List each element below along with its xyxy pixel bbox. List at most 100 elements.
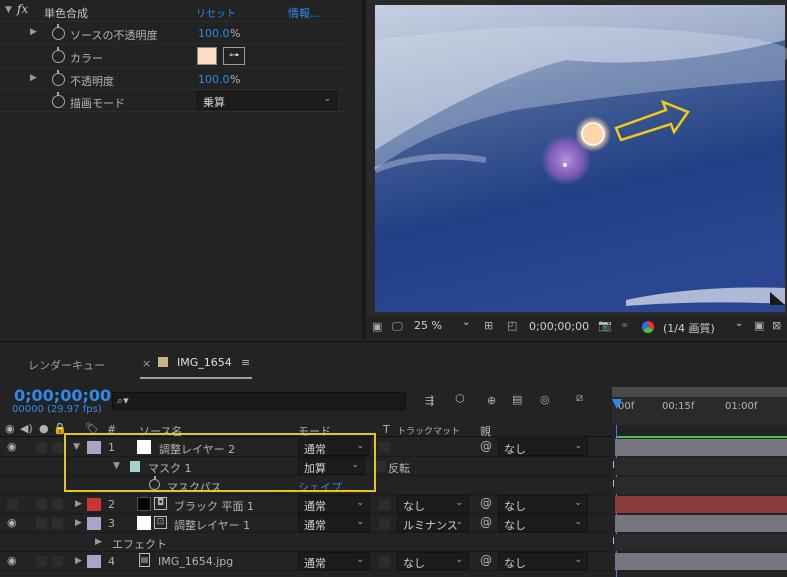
mode-dropdown[interactable]: 通常 ⌄	[298, 514, 370, 532]
effects-row[interactable]: ▶ エフェクト	[0, 533, 612, 552]
fast-preview-icon[interactable]: ▣	[754, 319, 764, 332]
layer-thumbnail	[137, 497, 151, 511]
comp-mini-flowchart-icon[interactable]: ⇶	[425, 394, 434, 407]
col-track-matte: トラックマット	[397, 427, 461, 437]
frame-blending-icon[interactable]: ▤	[512, 393, 522, 406]
layer-bar-2[interactable]	[615, 496, 787, 513]
toggle-pixel-icon[interactable]: ⊠	[772, 319, 781, 332]
preserve-transparency-box[interactable]	[379, 442, 390, 453]
viewer-timecode[interactable]: 0;00;00;00	[529, 320, 589, 333]
reset-link[interactable]: リセット	[196, 5, 236, 20]
track-matte-dropdown[interactable]: なし ⌄	[397, 552, 469, 570]
camera-icon[interactable]: 📷	[598, 319, 612, 332]
zoom-dropdown[interactable]: 25 % ⌄	[414, 317, 474, 336]
lock-box[interactable]	[52, 518, 63, 529]
draft-3d-icon[interactable]: ⬡	[455, 392, 465, 405]
sky-image[interactable]	[366, 0, 787, 316]
stopwatch-icon[interactable]	[52, 24, 65, 40]
layer-name[interactable]: 調整レイヤー 1	[174, 517, 250, 533]
layer-row-2[interactable]: ▶ 2 ◘ ブラック 平面 1 通常 ⌄ なし ⌄ @ なし ⌄	[0, 495, 612, 514]
tab-close-button[interactable]: ×	[142, 357, 151, 370]
color-swatch[interactable]	[197, 47, 217, 65]
fx-badge[interactable]: fx	[17, 2, 28, 16]
mode-dropdown[interactable]: 通常 ⌄	[298, 495, 370, 513]
lock-box[interactable]	[52, 499, 63, 510]
shy-layers-icon[interactable]: ⊕	[487, 394, 496, 407]
layer-name[interactable]: IMG_1654.jpg	[158, 555, 233, 568]
eye-icon[interactable]: ◉	[5, 422, 15, 435]
mode-dropdown[interactable]: 通常 ⌄	[298, 552, 370, 570]
expand-triangle-icon[interactable]: ▶	[95, 537, 102, 547]
track-matte-dropdown[interactable]: なし ⌄	[397, 495, 469, 513]
parent-dropdown[interactable]: なし ⌄	[498, 552, 588, 570]
solo-icon[interactable]: ●	[39, 422, 49, 435]
composition-viewer[interactable]	[366, 0, 787, 316]
eye-icon[interactable]: ◉	[7, 554, 17, 567]
layer-row-4[interactable]: ◉ ▶ 4 ▤ IMG_1654.jpg 通常 ⌄ なし ⌄ @ なし ⌄	[0, 552, 612, 571]
stopwatch-icon[interactable]	[52, 92, 65, 108]
blend-mode-dropdown[interactable]: 乗算 ⌄	[197, 91, 337, 110]
layer-name[interactable]: ブラック 平面 1	[174, 498, 254, 514]
layer-bar-4[interactable]	[615, 553, 787, 570]
time-ruler[interactable]: 00f 00:15f 01:00f	[612, 387, 787, 425]
preserve-transparency-box[interactable]	[379, 518, 390, 529]
monitor-icon[interactable]: 🖵	[392, 320, 403, 334]
layer-row-3[interactable]: ◉ ▶ 3 ⊡ 調整レイヤー 1 通常 ⌄ ルミナンス ⌄ @ なし ⌄	[0, 514, 612, 533]
label-color[interactable]	[87, 555, 101, 568]
expand-triangle-icon[interactable]: ▶	[75, 518, 82, 528]
tab-render-queue[interactable]: レンダーキュー	[28, 357, 105, 373]
audio-icon[interactable]: ◀)	[20, 422, 33, 435]
solo-box[interactable]	[36, 518, 47, 529]
pickwhip-icon[interactable]: @	[480, 496, 492, 510]
work-area-bar[interactable]	[612, 387, 787, 397]
lock-box[interactable]	[52, 442, 63, 453]
info-link[interactable]: 情報...	[288, 5, 321, 21]
layer-search-input[interactable]: ⌕▾	[112, 392, 406, 410]
visibility-box[interactable]	[7, 499, 18, 510]
panel-menu-icon[interactable]: ≡	[241, 356, 250, 369]
label-color[interactable]	[87, 517, 101, 530]
opacity-value[interactable]: 100.0	[198, 73, 230, 86]
eye-icon[interactable]: ◉	[7, 440, 17, 453]
track-matte-dropdown[interactable]: ルミナンス ⌄	[397, 514, 469, 532]
stopwatch-icon[interactable]	[52, 47, 65, 63]
eyedropper-icon[interactable]: ⊶	[223, 47, 245, 65]
preserve-transparency-box[interactable]	[379, 499, 390, 510]
source-opacity-value[interactable]: 100.0	[198, 27, 230, 40]
expand-triangle-icon[interactable]: ▶	[75, 556, 82, 566]
show-snapshot-icon[interactable]: ⚭	[620, 319, 629, 332]
expand-triangle-icon[interactable]: ▶	[30, 27, 37, 37]
invert-checkbox[interactable]	[375, 461, 386, 472]
playhead-icon[interactable]	[612, 399, 622, 409]
motion-blur-icon[interactable]: ◎	[540, 393, 550, 406]
solo-box[interactable]	[36, 556, 47, 567]
current-time[interactable]: 0;00;00;00	[14, 386, 111, 405]
dropdown-value: 乗算	[203, 96, 225, 109]
expand-triangle-icon[interactable]: ▶	[30, 73, 37, 83]
resolution-dropdown[interactable]: (1/4 画質) ⌄	[663, 318, 748, 336]
solo-box[interactable]	[36, 442, 47, 453]
parent-dropdown[interactable]: なし ⌄	[498, 495, 588, 513]
always-preview-icon[interactable]: ▣	[372, 320, 382, 333]
stopwatch-icon[interactable]	[52, 70, 65, 86]
eye-icon[interactable]: ◉	[7, 516, 17, 529]
collapse-triangle-icon[interactable]: ▼	[5, 5, 12, 15]
channel-icon[interactable]	[642, 321, 654, 333]
layer-bar-3[interactable]	[615, 515, 787, 532]
layer-bar-1[interactable]	[615, 439, 787, 456]
pickwhip-icon[interactable]: @	[480, 553, 492, 567]
parent-dropdown[interactable]: なし ⌄	[498, 438, 588, 456]
parent-dropdown[interactable]: なし ⌄	[498, 514, 588, 532]
preserve-transparency-box[interactable]	[379, 556, 390, 567]
transparency-grid-icon[interactable]: ◰	[507, 319, 517, 332]
tab-comp[interactable]: IMG_1654	[177, 356, 232, 369]
region-of-interest-icon[interactable]: ⊞	[484, 319, 493, 332]
graph-editor-icon[interactable]: ⧄	[576, 391, 583, 405]
expand-triangle-icon[interactable]: ▶	[75, 499, 82, 509]
label-color[interactable]	[87, 498, 101, 511]
solo-box[interactable]	[36, 499, 47, 510]
lock-box[interactable]	[52, 556, 63, 567]
chevron-down-icon: ⌄	[735, 318, 744, 329]
pickwhip-icon[interactable]: @	[480, 515, 492, 529]
pickwhip-icon[interactable]: @	[480, 439, 492, 453]
